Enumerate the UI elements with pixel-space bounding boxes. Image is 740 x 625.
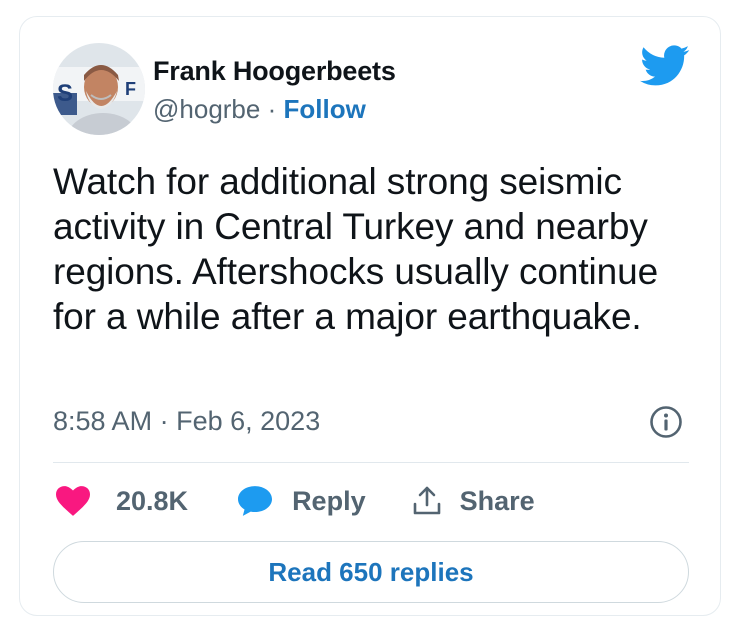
avatar[interactable]: S F [53,43,145,135]
heart-icon [56,486,90,516]
tweet-time: 8:58 AM [53,406,153,436]
info-icon[interactable] [649,405,683,439]
tweet-text: Watch for additional strong seismic acti… [53,161,659,337]
timestamp[interactable]: 8:58 AM · Feb 6, 2023 [53,406,320,437]
read-replies-button[interactable]: Read 650 replies [53,541,689,603]
author-handle[interactable]: @hogrbe [153,94,260,124]
author-name[interactable]: Frank Hoogerbeets [153,55,396,87]
tweet-card: S F Frank Hoogerbeets @hogrbe · Follow W… [19,16,721,616]
follow-button[interactable]: Follow [284,94,366,124]
share-label: Share [459,485,535,516]
share-button[interactable]: Share [412,485,535,517]
reply-button[interactable]: Reply [238,486,366,517]
author-block: Frank Hoogerbeets @hogrbe · Follow [153,55,396,126]
tweet-date: Feb 6, 2023 [176,406,321,436]
like-count: 20.8K [116,485,189,516]
share-arrow-icon [412,485,442,517]
like-button[interactable]: 20.8K [56,486,188,517]
svg-text:F: F [125,79,136,99]
divider [53,462,689,463]
read-replies-label: Read 650 replies [268,556,474,587]
twitter-bird-icon[interactable] [640,45,690,87]
avatar-image: S F [53,43,145,135]
reply-label: Reply [292,485,366,516]
action-bar: 20.8K Reply Share [56,483,535,519]
handle-row: @hogrbe · Follow [153,94,396,125]
date-separator: · [159,406,169,436]
svg-text:S: S [57,80,73,107]
speech-bubble-icon [238,486,273,516]
handle-separator: · [267,94,277,125]
